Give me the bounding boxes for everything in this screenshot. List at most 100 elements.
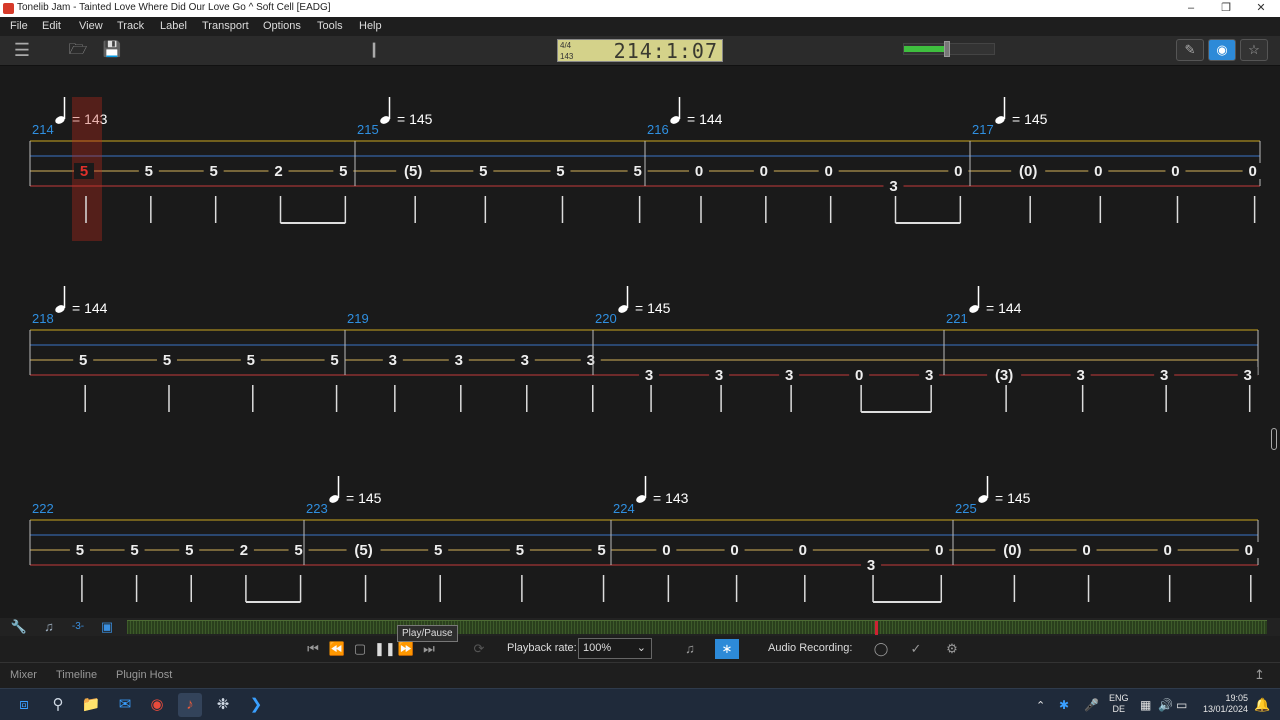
rewind-icon[interactable]: ⏪	[328, 641, 346, 657]
app-icon	[3, 3, 14, 14]
media-app-icon[interactable]: ❉	[211, 693, 235, 717]
fret-number: 3	[867, 557, 875, 574]
menu-view[interactable]: View	[79, 20, 103, 32]
master-volume-slider[interactable]	[903, 41, 995, 57]
bluetooth-icon[interactable]: ✱	[1059, 698, 1069, 712]
menu-tools[interactable]: Tools	[317, 20, 343, 32]
chord-mode-icon[interactable]: ☆	[1240, 39, 1268, 61]
input-language-indicator[interactable]: ENG DE	[1109, 693, 1129, 715]
notification-bell-icon[interactable]: 🔔	[1254, 697, 1270, 713]
outlook-icon[interactable]: ✉	[113, 693, 137, 717]
tonelib-jam-taskbar-icon[interactable]: ♪	[178, 693, 202, 717]
fret-number: 0	[1094, 163, 1102, 180]
time-signature: 4/4	[560, 41, 572, 50]
chrome-icon[interactable]: ◉	[145, 693, 169, 717]
fret-number: 5	[597, 542, 605, 559]
tab-timeline[interactable]: Timeline	[56, 669, 97, 681]
tuner-fork-icon[interactable]: ❙	[362, 40, 386, 60]
recording-settings-icon[interactable]: ⚙	[943, 641, 961, 657]
bottom-tab-bar: Mixer Timeline Plugin Host ↥	[0, 662, 1280, 688]
play-pause-icon[interactable]: ❚❚	[374, 641, 396, 657]
bar-number: 220	[595, 311, 617, 326]
music-note-icon[interactable]: ♫	[40, 619, 58, 635]
menu-bar: File Edit View Track Label Transport Opt…	[0, 17, 1280, 36]
save-icon[interactable]: 💾	[100, 40, 124, 60]
tempo-marking: = 144	[687, 111, 723, 127]
menu-file[interactable]: File	[10, 20, 28, 32]
edit-mode-pencil-icon[interactable]: ✎	[1176, 39, 1204, 61]
menu-options[interactable]: Options	[263, 20, 301, 32]
expand-panel-icon[interactable]: ↥	[1254, 667, 1265, 683]
minimize-button[interactable]: –	[1174, 0, 1208, 17]
fret-number: 0	[799, 542, 807, 559]
playhead-marker[interactable]	[875, 621, 878, 635]
play-pause-tooltip: Play/Pause	[397, 625, 458, 642]
tempo-marking: = 145	[346, 490, 382, 506]
track-view-icon[interactable]: ▣	[98, 619, 116, 635]
speaker-icon[interactable]: 🔊	[1158, 698, 1173, 712]
vscode-icon[interactable]: ❯	[244, 693, 268, 717]
go-to-start-icon[interactable]: ⏮	[304, 641, 322, 657]
tab-plugin-host[interactable]: Plugin Host	[116, 669, 172, 681]
fret-number: 5	[294, 542, 302, 559]
fret-number: 5	[339, 163, 347, 180]
fret-number: 5	[556, 163, 564, 180]
fret-number: 5	[633, 163, 641, 180]
tab-staff-canvas[interactable]: 214 = 143 5 5 5 2 5 215 = 145 (5) 5 5 5 216 = 144 0 0 0 3 0…	[0, 66, 1268, 618]
battery-icon[interactable]: ▭	[1176, 698, 1187, 712]
bar-number: 223	[306, 501, 328, 516]
menu-label[interactable]: Label	[160, 20, 187, 32]
file-explorer-icon[interactable]: 📁	[79, 693, 103, 717]
windows-taskbar: ⧈ ⚲ 📁 ✉ ◉ ♪ ❉ ❯ ⌃ ✱ 🎤 ENG DE ▦ 🔊 ▭ 19:05…	[0, 688, 1280, 720]
tablature-score[interactable]: 214 = 143 5 5 5 2 5 215 = 145 (5) 5 5 5 216 = 144 0 0 0 3 0…	[0, 66, 1268, 618]
stop-icon[interactable]: ▢	[351, 641, 369, 657]
confirm-check-icon[interactable]: ✓	[907, 641, 925, 657]
wrench-icon[interactable]: 🔧	[10, 619, 28, 635]
bar-number: 225	[955, 501, 977, 516]
track-overview-lane[interactable]	[127, 620, 1267, 635]
search-icon[interactable]: ⚲	[46, 693, 70, 717]
menu-edit[interactable]: Edit	[42, 20, 61, 32]
view-mode-eye-icon[interactable]: ◉	[1208, 39, 1236, 61]
fret-number: 5	[210, 163, 218, 180]
record-icon[interactable]: ◯	[872, 641, 890, 657]
bar-number: 224	[613, 501, 635, 516]
fret-number: 5	[185, 542, 193, 559]
menu-help[interactable]: Help	[359, 20, 382, 32]
tab-mixer[interactable]: Mixer	[10, 669, 37, 681]
windows-start-icon[interactable]: ⧈	[12, 693, 36, 717]
menu-track[interactable]: Track	[117, 20, 144, 32]
scrollbar-thumb[interactable]	[1271, 428, 1277, 450]
playback-rate-select[interactable]: 100% ⌄	[578, 638, 652, 659]
metronome-icon[interactable]: ♫	[681, 641, 699, 657]
microphone-icon[interactable]: 🎤	[1084, 698, 1099, 712]
playback-rate-label: Playback rate:	[507, 642, 577, 654]
maximize-button[interactable]: ❐	[1209, 0, 1243, 17]
hamburger-menu-icon[interactable]: ☰	[10, 40, 34, 60]
clock[interactable]: 19:05 13/01/2024	[1200, 693, 1248, 715]
language-primary: ENG	[1109, 693, 1129, 703]
count-in-icon[interactable]: ∗	[715, 639, 739, 659]
fret-number: (3)	[995, 367, 1013, 384]
go-to-end-icon[interactable]: ⏭	[420, 641, 438, 657]
loop-icon[interactable]: ⟳	[470, 641, 488, 657]
menu-transport[interactable]: Transport	[202, 20, 249, 32]
fast-forward-icon[interactable]: ⏩	[397, 641, 415, 657]
close-button[interactable]: ✕	[1244, 0, 1278, 17]
vertical-scrollbar[interactable]	[1268, 66, 1280, 618]
open-folder-icon[interactable]: 🗁	[66, 40, 90, 60]
fret-number: (0)	[1003, 542, 1021, 559]
fret-number: 3	[521, 352, 529, 369]
fret-number: 3	[587, 352, 595, 369]
fret-number: 3	[1244, 367, 1252, 384]
triplet-icon[interactable]: -3-	[68, 619, 88, 635]
volume-slider-thumb[interactable]	[944, 41, 950, 57]
fret-number: 0	[662, 542, 670, 559]
tempo-marking: = 145	[1012, 111, 1048, 127]
fret-number: 5	[330, 352, 338, 369]
fret-number: 5	[76, 542, 84, 559]
tray-chevron-up-icon[interactable]: ⌃	[1036, 699, 1045, 712]
fret-number: 5	[163, 352, 171, 369]
bar-number: 215	[357, 122, 379, 137]
network-icon[interactable]: ▦	[1140, 698, 1151, 712]
